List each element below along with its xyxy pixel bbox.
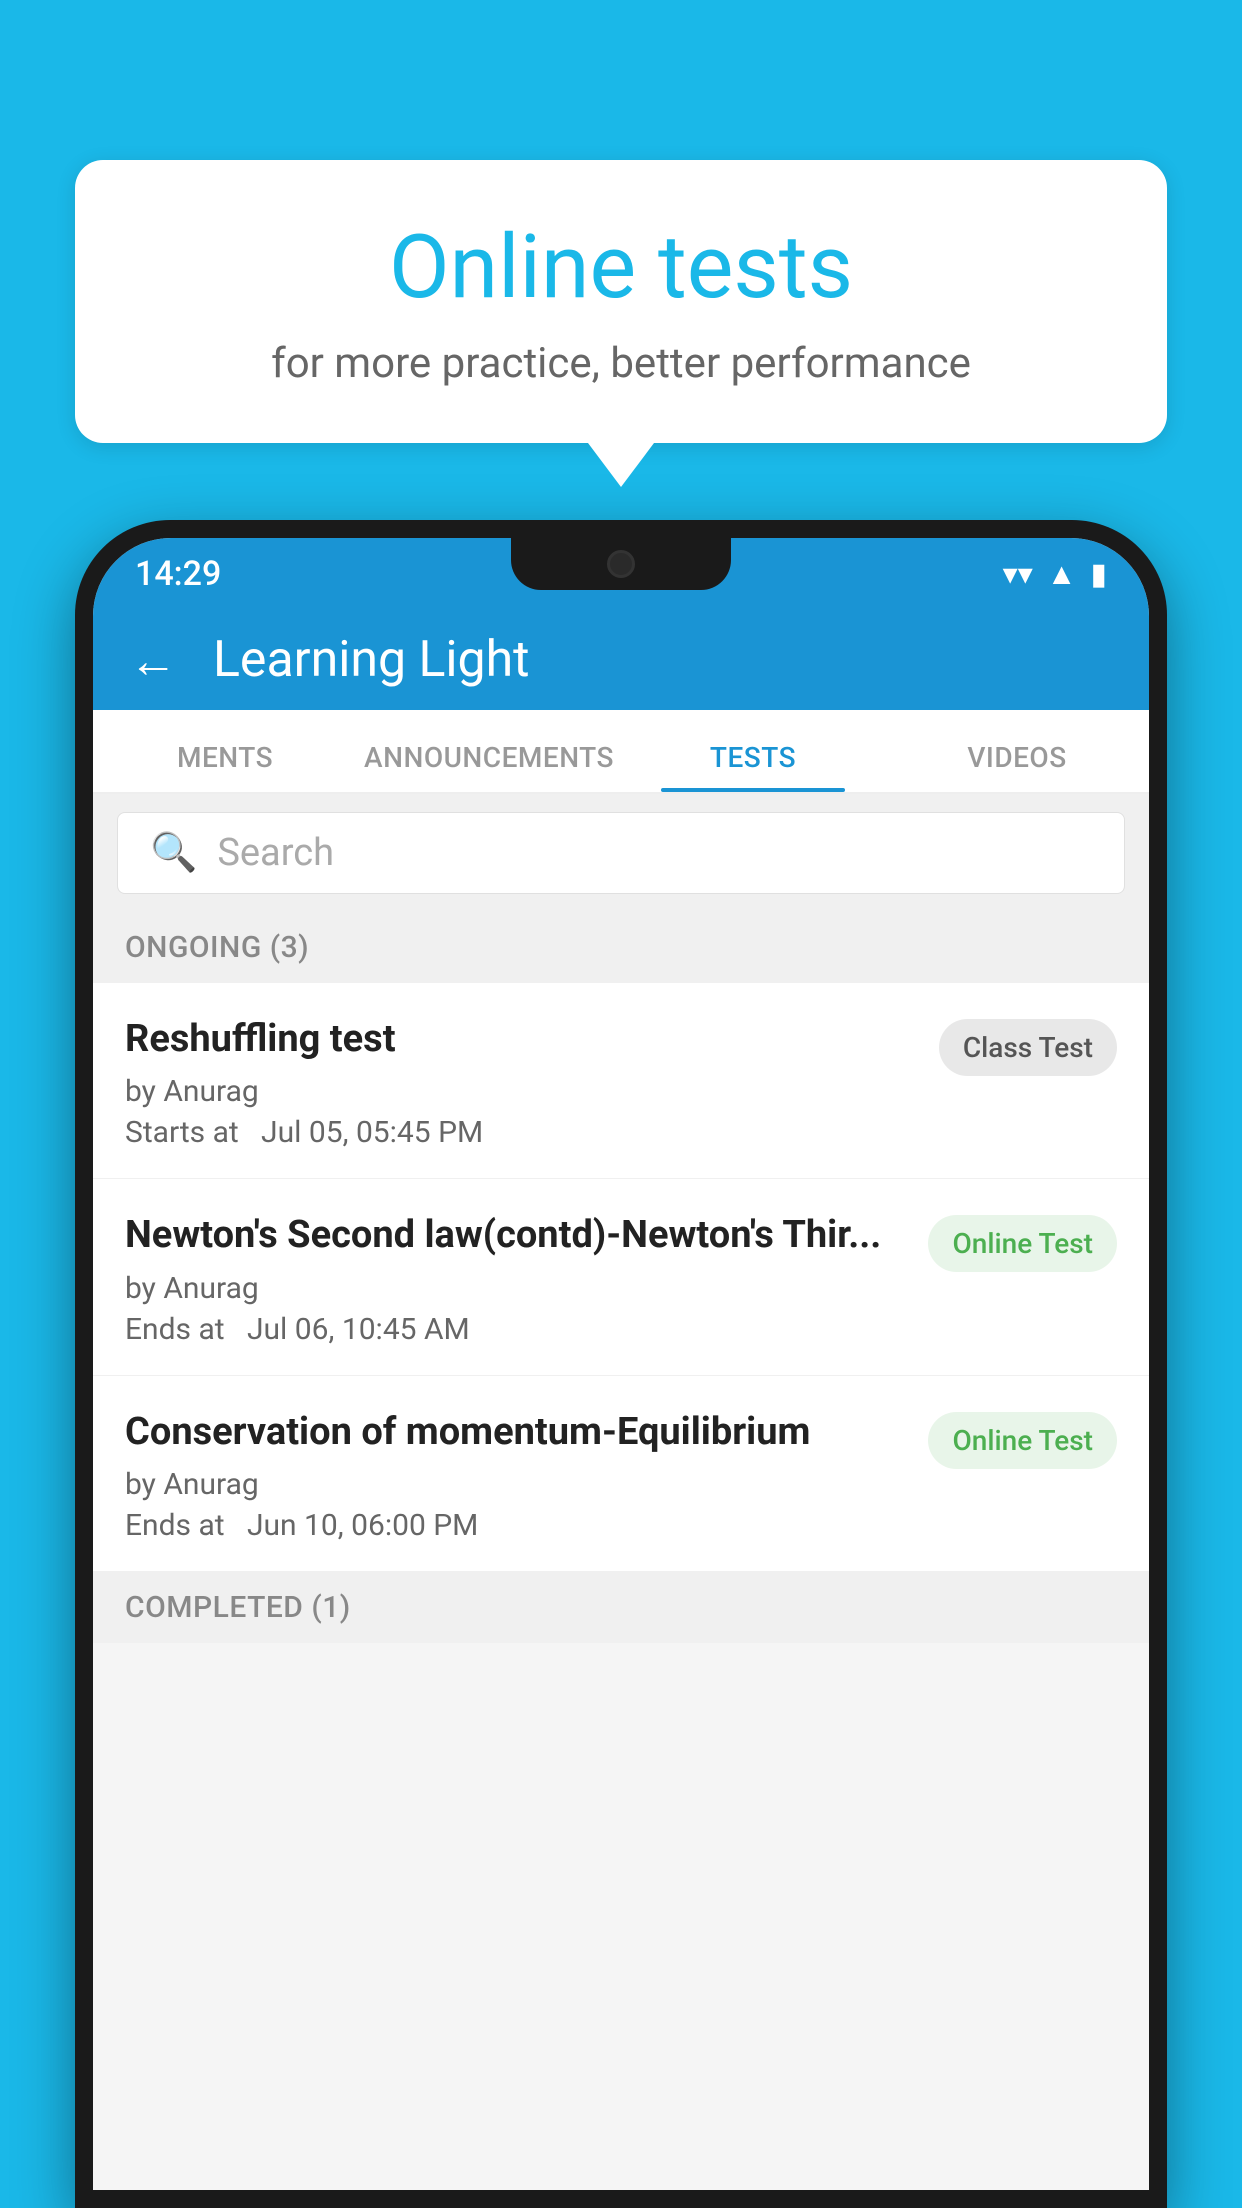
test-name-newton: Newton's Second law(contd)-Newton's Thir… — [125, 1211, 908, 1260]
battery-icon: ▮ — [1090, 557, 1107, 592]
signal-icon: ▲ — [1047, 557, 1077, 592]
test-name-conservation: Conservation of momentum-Equilibrium — [125, 1408, 908, 1457]
tab-tests[interactable]: TESTS — [621, 741, 885, 792]
test-item-conservation[interactable]: Conservation of momentum-Equilibrium by … — [93, 1376, 1149, 1572]
completed-section-header: COMPLETED (1) — [93, 1572, 1149, 1643]
test-name-reshuffling: Reshuffling test — [125, 1015, 919, 1064]
camera-notch — [607, 550, 635, 578]
speech-bubble: Online tests for more practice, better p… — [75, 160, 1167, 443]
test-author-reshuffling: by Anurag — [125, 1074, 919, 1109]
tab-announcements[interactable]: ANNOUNCEMENTS — [357, 741, 621, 792]
test-time-conservation: Ends at Jun 10, 06:00 PM — [125, 1508, 908, 1543]
app-header: ← Learning Light — [93, 610, 1149, 710]
search-input[interactable]: 🔍 Search — [117, 812, 1125, 894]
test-author-newton: by Anurag — [125, 1271, 908, 1306]
search-icon: 🔍 — [150, 831, 197, 875]
phone-screen: 14:29 ▾▾ ▲ ▮ ← Learning Light MENTS ANNO… — [93, 538, 1149, 2190]
app-title: Learning Light — [213, 631, 530, 689]
tab-videos[interactable]: VIDEOS — [885, 741, 1149, 792]
test-author-conservation: by Anurag — [125, 1467, 908, 1502]
test-time-newton: Ends at Jul 06, 10:45 AM — [125, 1312, 908, 1347]
test-item-reshuffling[interactable]: Reshuffling test by Anurag Starts at Jul… — [93, 983, 1149, 1179]
search-container: 🔍 Search — [93, 794, 1149, 912]
phone-notch — [511, 538, 731, 590]
status-time: 14:29 — [135, 554, 221, 594]
search-placeholder-text: Search — [217, 831, 334, 875]
bubble-title: Online tests — [125, 220, 1117, 317]
test-badge-conservation: Online Test — [928, 1412, 1117, 1469]
status-icons: ▾▾ ▲ ▮ — [1003, 557, 1107, 592]
phone-frame: 14:29 ▾▾ ▲ ▮ ← Learning Light MENTS ANNO… — [75, 520, 1167, 2208]
test-info-reshuffling: Reshuffling test by Anurag Starts at Jul… — [125, 1015, 919, 1150]
test-time-reshuffling: Starts at Jul 05, 05:45 PM — [125, 1115, 919, 1150]
wifi-icon: ▾▾ — [1003, 557, 1033, 592]
test-info-conservation: Conservation of momentum-Equilibrium by … — [125, 1408, 908, 1543]
bubble-subtitle: for more practice, better performance — [125, 339, 1117, 388]
test-badge-reshuffling: Class Test — [939, 1019, 1117, 1076]
test-list: Reshuffling test by Anurag Starts at Jul… — [93, 983, 1149, 1572]
test-badge-newton: Online Test — [928, 1215, 1117, 1272]
tab-ments[interactable]: MENTS — [93, 741, 357, 792]
test-info-newton: Newton's Second law(contd)-Newton's Thir… — [125, 1211, 908, 1346]
ongoing-section-header: ONGOING (3) — [93, 912, 1149, 983]
test-item-newton[interactable]: Newton's Second law(contd)-Newton's Thir… — [93, 1179, 1149, 1375]
tabs-bar: MENTS ANNOUNCEMENTS TESTS VIDEOS — [93, 710, 1149, 794]
back-button[interactable]: ← — [129, 632, 177, 689]
